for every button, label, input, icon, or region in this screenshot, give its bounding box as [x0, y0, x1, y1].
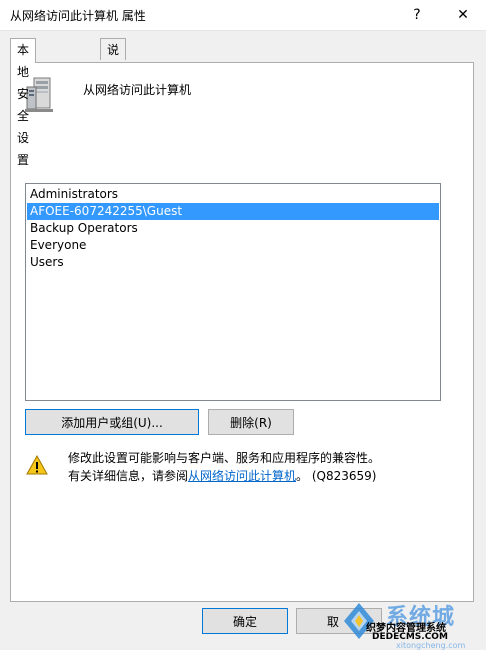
list-item[interactable]: Users: [27, 254, 439, 271]
help-icon: ?: [413, 7, 421, 23]
list-item[interactable]: Administrators: [27, 186, 439, 203]
remove-button-label: 删除(R): [230, 415, 272, 430]
policy-name: 从网络访问此计算机: [83, 83, 192, 97]
tab-label: 本地安全设置: [17, 43, 30, 167]
list-item[interactable]: Backup Operators: [27, 220, 439, 237]
remove-button[interactable]: 删除(R): [208, 409, 294, 435]
list-item[interactable]: AFOEE-607242255\Guest: [27, 203, 439, 220]
help-button[interactable]: ?: [394, 0, 440, 30]
ok-button-label: 确定: [232, 614, 257, 629]
title-bar: 从网络访问此计算机 属性 ? ✕: [0, 0, 486, 31]
list-item[interactable]: Everyone: [27, 237, 439, 254]
add-user-or-group-button[interactable]: 添加用户或组(U)...: [25, 409, 199, 435]
warning-line-1: 修改此设置可能影响与客户端、服务和应用程序的兼容性。: [68, 451, 381, 465]
warning-prefix: 有关详细信息，请参阅: [68, 469, 189, 483]
close-button[interactable]: ✕: [440, 0, 486, 30]
tab-panel: 从网络访问此计算机 Administrators AFOEE-607242255…: [10, 62, 474, 602]
watermark-line-3: xitongcheng.com: [396, 641, 466, 650]
compatibility-warning: 修改此设置可能影响与客户端、服务和应用程序的兼容性。 有关详细信息，请参阅从网络…: [68, 449, 468, 485]
add-button-label: 添加用户或组(U)...: [61, 415, 163, 430]
computer-icon: [25, 77, 53, 112]
tab-local-security-setting[interactable]: 本地安全设置: [10, 38, 37, 167]
warning-line-2: 有关详细信息，请参阅从网络访问此计算机。 (Q823659): [68, 467, 468, 485]
ok-button[interactable]: 确定: [202, 608, 288, 634]
warning-suffix: 。 (Q823659): [296, 469, 377, 483]
close-icon: ✕: [457, 7, 469, 23]
policy-help-link[interactable]: 从网络访问此计算机: [188, 469, 296, 483]
members-listbox[interactable]: Administrators AFOEE-607242255\Guest Bac…: [25, 183, 441, 401]
tab-explain[interactable]: 说明: [100, 38, 127, 79]
watermark: 系统城 织梦内容管理系统 DEDECMS.COM xitongcheng.com: [336, 597, 486, 650]
warning-icon: [26, 455, 48, 475]
window-title: 从网络访问此计算机 属性: [10, 9, 146, 23]
